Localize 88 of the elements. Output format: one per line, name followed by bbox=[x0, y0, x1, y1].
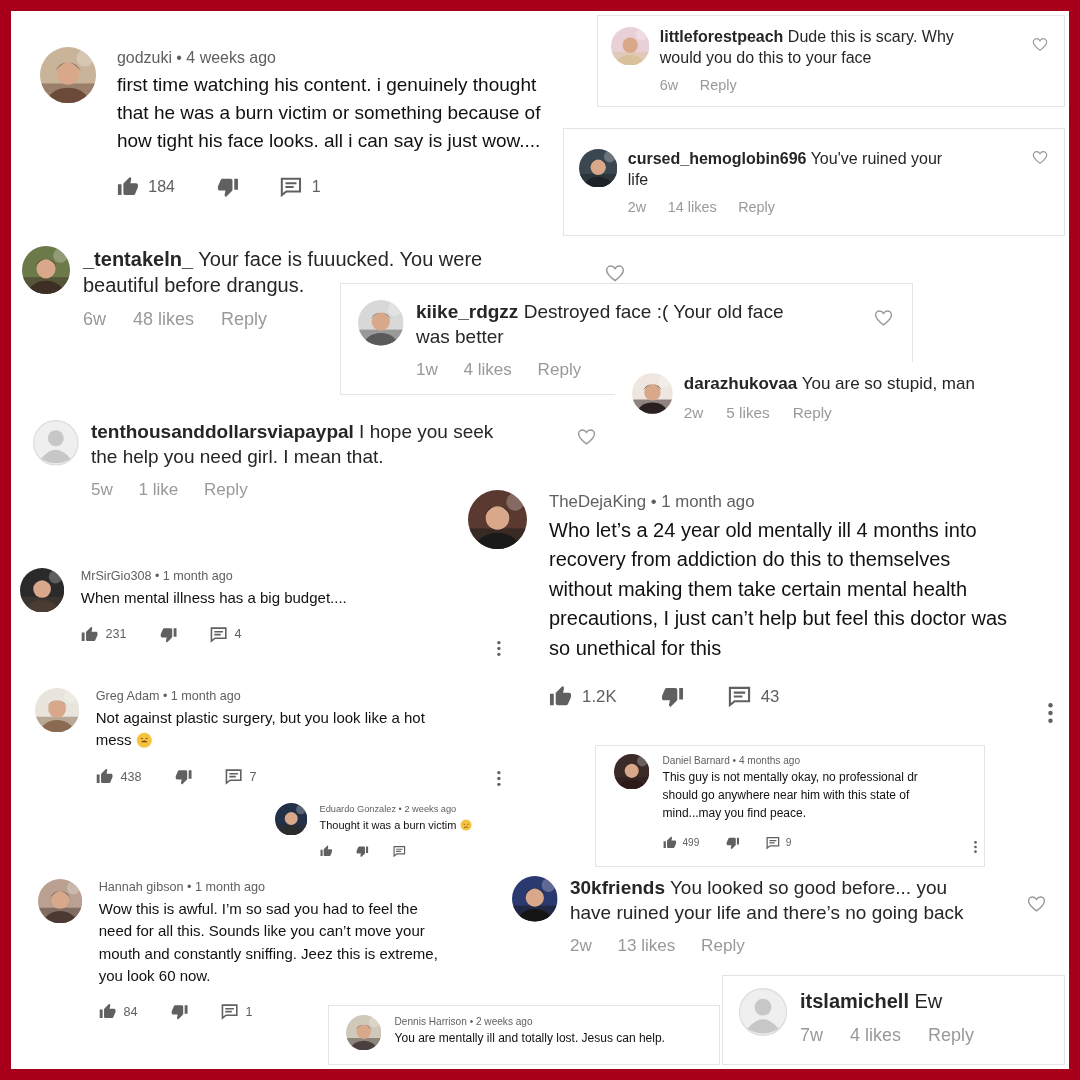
reply-icon[interactable] bbox=[220, 1003, 239, 1021]
comment-age: 6w bbox=[83, 308, 106, 330]
like-count: 84 bbox=[123, 1005, 138, 1019]
reply-icon[interactable] bbox=[727, 685, 751, 709]
comment-age: 5w bbox=[90, 479, 113, 500]
thumbs-up-icon[interactable] bbox=[662, 835, 677, 850]
heart-icon[interactable] bbox=[1032, 36, 1048, 52]
reply-icon[interactable] bbox=[765, 835, 780, 850]
comment-author: TheDejaKing • 1 month ago bbox=[549, 491, 756, 513]
comment-text: When mental illness has a big budget.... bbox=[80, 588, 348, 609]
comment-text: tenthousanddollarsviapaypal I hope you seek the help you need girl. I mean that. bbox=[90, 420, 495, 469]
reply-count: 1 bbox=[311, 178, 321, 197]
comment-age: 2w bbox=[569, 935, 592, 956]
like-count[interactable]: 1 like bbox=[138, 479, 179, 500]
reply-count: 43 bbox=[760, 687, 780, 707]
like-count[interactable]: 4 likes bbox=[850, 1024, 902, 1046]
comment-author: Dennis Harrison • 2 weeks ago bbox=[394, 1015, 534, 1029]
thumbs-down-icon[interactable] bbox=[159, 625, 177, 644]
thumbs-up-icon[interactable] bbox=[95, 768, 113, 786]
comment-author: Eduardo Gonzalez • 2 weeks ago bbox=[319, 803, 458, 816]
comment-author: Greg Adam • 1 month ago bbox=[95, 688, 242, 705]
reply-icon[interactable] bbox=[280, 176, 303, 199]
comment-age: 2w bbox=[627, 199, 647, 216]
heart-icon[interactable] bbox=[605, 264, 625, 283]
like-count[interactable]: 13 likes bbox=[617, 935, 676, 956]
more-icon[interactable] bbox=[497, 770, 501, 786]
comment-author: Daniel Barnard • 4 months ago bbox=[662, 754, 801, 768]
comment-age: 6w bbox=[659, 77, 679, 94]
comment-author: godzuki • 4 weeks ago bbox=[116, 48, 277, 68]
thumbs-up-icon[interactable] bbox=[319, 845, 333, 858]
reply-count: 1 bbox=[245, 1005, 253, 1019]
comment-text: You are mentally ill and totally lost. Jesus can help. bbox=[394, 1030, 666, 1048]
comment-text: itslamichell Ew bbox=[800, 989, 944, 1014]
like-count: 499 bbox=[682, 837, 700, 849]
reply-icon[interactable] bbox=[209, 625, 228, 644]
reply-count: 7 bbox=[249, 769, 257, 784]
thumbs-down-icon[interactable] bbox=[174, 768, 192, 786]
more-icon[interactable] bbox=[973, 840, 977, 853]
reply-link[interactable]: Reply bbox=[699, 77, 737, 94]
heart-icon[interactable] bbox=[1027, 894, 1046, 913]
heart-icon[interactable] bbox=[874, 308, 893, 327]
comment-text: Not against plastic surgery, but you look like a hot mess bbox=[95, 708, 426, 751]
like-count[interactable]: 14 likes bbox=[667, 199, 717, 216]
thumbs-down-icon[interactable] bbox=[216, 176, 239, 199]
reply-link[interactable]: Reply bbox=[701, 935, 745, 956]
more-icon[interactable] bbox=[1048, 703, 1053, 723]
comment-text: first time watching his content. i genuinely thought that he was a burn victim or something because of how tight his face looks. all i can say is just wow.... bbox=[116, 73, 542, 154]
like-count: 231 bbox=[105, 627, 127, 642]
comment-text: _tentakeln_ Your face is fuuucked. You were beautiful before drangus. bbox=[83, 247, 484, 298]
comment-text: cursed_hemoglobin696 You've ruined your life bbox=[627, 149, 944, 190]
more-icon[interactable] bbox=[497, 640, 501, 656]
like-count: 438 bbox=[120, 769, 142, 784]
reply-link[interactable]: Reply bbox=[221, 308, 268, 330]
comment-text: darazhukovaa You are so stupid, man bbox=[683, 373, 976, 395]
reply-link[interactable]: Reply bbox=[537, 359, 582, 380]
reply-icon[interactable] bbox=[224, 768, 243, 786]
reply-count: 4 bbox=[234, 627, 242, 642]
reply-icon[interactable] bbox=[393, 845, 406, 858]
comment-text: Thought it was a burn victim bbox=[319, 817, 510, 834]
thumbs-down-icon[interactable] bbox=[356, 845, 369, 858]
like-count[interactable]: 4 likes bbox=[463, 359, 512, 380]
thumbs-up-icon[interactable] bbox=[80, 625, 98, 644]
comment-text: kiike_rdgzz Destroyed face :( Your old face was better bbox=[415, 300, 785, 349]
comment-author: Hannah gibson • 1 month ago bbox=[98, 879, 266, 896]
comment-text: Wow this is awful. I’m so sad you had to feel the need for all this. Sounds like you can’t move your mouth and constantly sniffing. Jeez this is extreme, you look 60 now. bbox=[98, 899, 439, 986]
comment-text: littleforestpeach Dude this is scary. Why would you do this to your face bbox=[659, 27, 955, 68]
comment-age: 1w bbox=[415, 359, 438, 380]
comment-author: MrSirGio308 • 1 month ago bbox=[80, 568, 234, 585]
comment-age: 2w bbox=[683, 404, 704, 423]
comment-age: 7w bbox=[800, 1024, 823, 1046]
thumbs-down-icon[interactable] bbox=[725, 835, 740, 850]
comment-text: Who let’s a 24 year old mentally ill 4 months into recovery from addiction do this to themselves without making them take certain mental health precautions, I just can’t help but feel this doctor was so unethical for this bbox=[549, 517, 1009, 661]
thumbs-down-icon[interactable] bbox=[660, 685, 684, 709]
reply-count: 9 bbox=[785, 837, 792, 849]
like-count: 184 bbox=[148, 178, 175, 197]
like-count[interactable]: 5 likes bbox=[726, 404, 770, 423]
reply-link[interactable]: Reply bbox=[792, 404, 832, 423]
thumbs-up-icon[interactable] bbox=[98, 1003, 116, 1021]
comment-text: This guy is not mentally okay, no professional dr should go anywhere near him with this state of mind...may you find peace. bbox=[662, 769, 919, 822]
like-count: 1.2K bbox=[582, 687, 617, 707]
heart-icon[interactable] bbox=[1032, 149, 1048, 165]
reply-link[interactable]: Reply bbox=[738, 199, 775, 216]
heart-icon[interactable] bbox=[577, 427, 596, 446]
reply-link[interactable]: Reply bbox=[204, 479, 248, 500]
thumbs-down-icon[interactable] bbox=[170, 1003, 188, 1021]
comment-text: 30kfriends You looked so good before... you have ruined your life and there’s no going back bbox=[569, 876, 965, 925]
reply-link[interactable]: Reply bbox=[928, 1024, 975, 1046]
like-count[interactable]: 48 likes bbox=[133, 308, 195, 330]
